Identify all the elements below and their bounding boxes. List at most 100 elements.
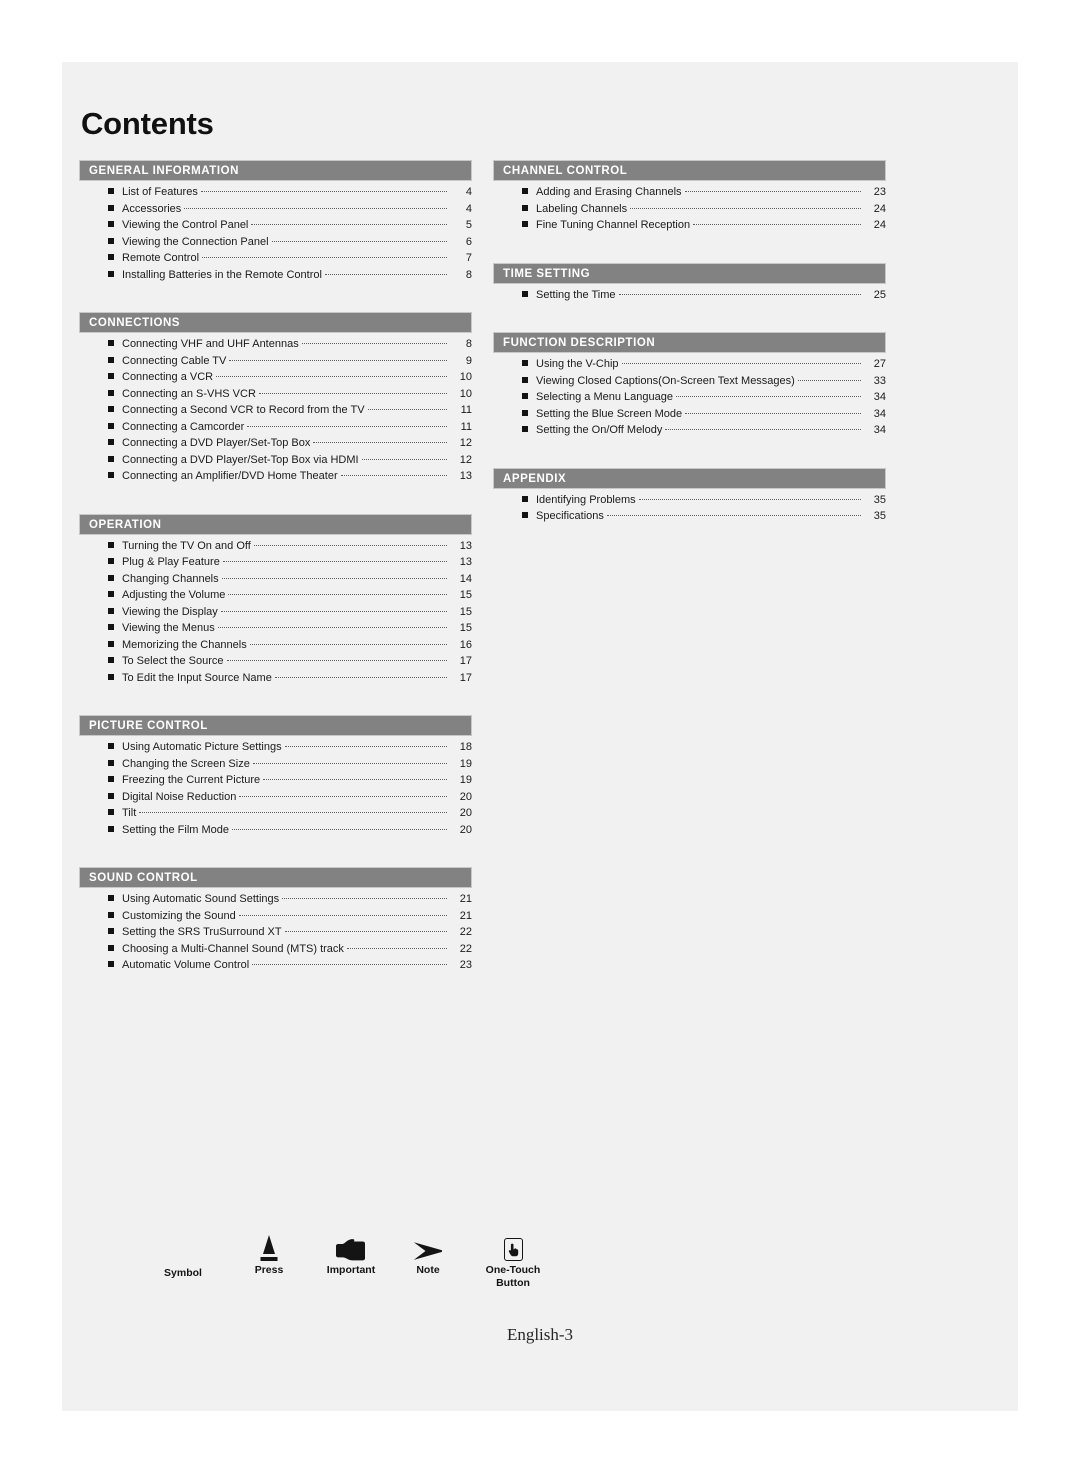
legend-label-press: Press	[254, 1264, 284, 1276]
toc-entry[interactable]: Automatic Volume Control 23	[79, 959, 472, 976]
toc-entry[interactable]: Setting the SRS TruSurround XT 22	[79, 926, 472, 943]
toc-entry-page: 24	[873, 202, 886, 215]
toc-entry-title: Digital Noise Reduction	[122, 790, 237, 803]
bullet-square-icon	[108, 624, 114, 630]
toc-entry[interactable]: Connecting Cable TV 9	[79, 355, 472, 372]
toc-entry[interactable]: Viewing the Menus 15	[79, 622, 472, 639]
toc-entry-title: Adding and Erasing Channels	[536, 186, 682, 198]
toc-entry-page: 5	[465, 219, 472, 231]
toc-entry[interactable]: Labeling Channels 24	[493, 203, 886, 220]
toc-entry[interactable]: Connecting an S-VHS VCR 10	[79, 388, 472, 405]
section-item-list: Using the V-Chip 27 Viewing Closed Caption…	[493, 353, 886, 450]
toc-entry-page: 15	[459, 622, 472, 634]
toc-entry-title: Connecting an S-VHS VCR	[122, 387, 256, 400]
toc-entry[interactable]: Viewing the Control Panel 5	[79, 219, 472, 236]
toc-entry[interactable]: Connecting VHF and UHF Antennas 8	[79, 338, 472, 355]
toc-entry[interactable]: Using Automatic Picture Settings 18	[79, 741, 472, 758]
toc-entry[interactable]: To Select the Source 17	[79, 655, 472, 672]
toc-entry[interactable]: Freezing the Current Picture 19	[79, 774, 472, 791]
toc-entry[interactable]: Setting the Time 25	[493, 289, 886, 306]
toc-entry[interactable]: Remote Control 7	[79, 252, 472, 269]
toc-entry[interactable]: Accessories 4	[79, 203, 472, 220]
toc-entry-page: 7	[465, 252, 472, 264]
section-header: GENERAL INFORMATION	[79, 160, 472, 181]
bullet-square-icon	[522, 426, 528, 432]
toc-entry[interactable]: Changing the Screen Size 19	[79, 758, 472, 775]
toc-entry[interactable]: Connecting a DVD Player/Set-Top Box 12	[79, 437, 472, 454]
toc-column-left: GENERAL INFORMATION List of Features 4 Acce…	[79, 160, 472, 985]
toc-entry[interactable]: Tilt 20	[79, 807, 472, 824]
toc-entry[interactable]: Connecting a Second VCR to Record from t…	[79, 404, 472, 421]
toc-entry-title: Plug & Play Feature	[122, 556, 220, 568]
bullet-square-icon	[108, 558, 114, 564]
toc-entry-title: Connecting a DVD Player/Set-Top Box via …	[122, 453, 359, 466]
dot-leader	[216, 376, 447, 377]
toc-entry[interactable]: Viewing the Connection Panel 6	[79, 236, 472, 253]
bullet-square-icon	[108, 657, 114, 663]
dot-leader	[226, 660, 447, 661]
legend-item-one-touch: One-Touch Button	[468, 1231, 558, 1290]
toc-entry-page: 33	[873, 374, 886, 387]
toc-entry[interactable]: List of Features 4	[79, 186, 472, 203]
page-title: Contents	[81, 106, 214, 141]
bullet-square-icon	[108, 792, 114, 799]
toc-entry[interactable]: Setting the Film Mode 20	[79, 824, 472, 841]
toc-entry-page: 13	[459, 470, 472, 482]
toc-entry-title: Viewing the Menus	[122, 622, 215, 634]
bullet-square-icon	[108, 389, 114, 396]
toc-entry[interactable]: Digital Noise Reduction 20	[79, 791, 472, 808]
toc-entry[interactable]: Adding and Erasing Channels 23	[493, 186, 886, 203]
arrowhead-right-icon	[396, 1231, 460, 1261]
bullet-square-icon	[108, 574, 114, 581]
toc-entry[interactable]: Connecting an Amplifier/DVD Home Theater…	[79, 470, 472, 487]
toc-entry-title: Connecting an Amplifier/DVD Home Theater	[122, 470, 338, 482]
bullet-square-icon	[108, 406, 114, 412]
toc-entry[interactable]: Changing Channels 14	[79, 573, 472, 590]
toc-entry[interactable]: Setting the Blue Screen Mode 34	[493, 408, 886, 425]
one-touch-button-icon	[468, 1231, 558, 1261]
toc-entry-title: Using the V-Chip	[536, 358, 619, 370]
bullet-square-icon	[108, 911, 114, 918]
toc-entry[interactable]: Viewing the Display 15	[79, 606, 472, 623]
toc-entry-page: 19	[459, 774, 472, 786]
dot-leader	[630, 207, 861, 209]
section-item-list: Setting the Time 25	[493, 284, 886, 315]
toc-entry-page: 13	[459, 556, 472, 568]
toc-entry-page: 35	[873, 510, 886, 522]
toc-entry[interactable]: Adjusting the Volume 15	[79, 589, 472, 606]
toc-entry[interactable]: Customizing the Sound 21	[79, 910, 472, 927]
toc-entry[interactable]: Choosing a Multi-Channel Sound (MTS) tra…	[79, 943, 472, 960]
bullet-square-icon	[108, 455, 114, 462]
toc-entry[interactable]: To Edit the Input Source Name 17	[79, 672, 472, 689]
bullet-square-icon	[108, 928, 114, 934]
toc-entry[interactable]: Turning the TV On and Off 13	[79, 540, 472, 557]
toc-entry[interactable]: Using the V-Chip 27	[493, 358, 886, 375]
bullet-square-icon	[108, 640, 114, 647]
toc-entry-page: 12	[459, 453, 472, 466]
dot-leader	[239, 795, 447, 797]
toc-entry[interactable]: Connecting a Camcorder 11	[79, 421, 472, 438]
toc-entry[interactable]: Connecting a VCR 10	[79, 371, 472, 388]
toc-entry[interactable]: Selecting a Menu Language 34	[493, 391, 886, 408]
toc-section: GENERAL INFORMATION List of Features 4 Acce…	[79, 160, 472, 294]
toc-section: CONNECTIONS Connecting VHF and UHF Antenn…	[79, 312, 472, 496]
toc-entry-title: Fine Tuning Channel Reception	[536, 219, 691, 231]
toc-entry[interactable]: Memorizing the Channels 16	[79, 639, 472, 656]
bullet-square-icon	[108, 961, 114, 967]
dot-leader	[618, 293, 861, 295]
toc-entry-title: Tilt	[122, 807, 137, 819]
toc-entry[interactable]: Viewing Closed Captions(On-Screen Text M…	[493, 375, 886, 392]
toc-entry[interactable]: Identifying Problems 35	[493, 494, 886, 511]
toc-entry[interactable]: Fine Tuning Channel Reception 24	[493, 219, 886, 236]
toc-entry[interactable]: Specifications 35	[493, 510, 886, 527]
toc-entry[interactable]: Plug & Play Feature 13	[79, 556, 472, 573]
bullet-square-icon	[522, 512, 528, 518]
toc-entry-page: 35	[873, 493, 886, 506]
toc-entry[interactable]: Setting the On/Off Melody 34	[493, 424, 886, 441]
toc-entry[interactable]: Connecting a DVD Player/Set-Top Box via …	[79, 454, 472, 471]
toc-section: CHANNEL CONTROL Adding and Erasing Channe…	[493, 160, 886, 245]
toc-entry-title: Viewing the Connection Panel	[122, 235, 269, 248]
toc-entry[interactable]: Installing Batteries in the Remote Contr…	[79, 269, 472, 286]
toc-entry[interactable]: Using Automatic Sound Settings 21	[79, 893, 472, 910]
dot-leader	[271, 240, 447, 242]
